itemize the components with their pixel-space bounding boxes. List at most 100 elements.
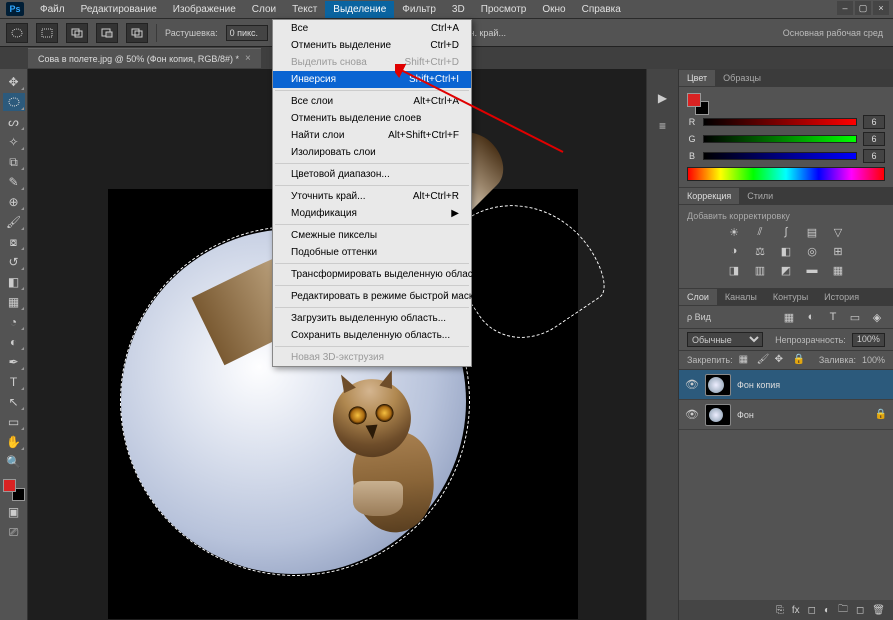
menu-view[interactable]: Просмотр <box>473 1 535 18</box>
hand-tool[interactable]: ✋ <box>3 433 25 451</box>
lasso-tool[interactable]: ᔕ <box>3 113 25 131</box>
posterize-icon[interactable]: ▥ <box>752 263 768 277</box>
tab-color[interactable]: Цвет <box>679 70 715 86</box>
hue-icon[interactable]: ◑ <box>726 244 742 258</box>
tab-paths[interactable]: Контуры <box>765 289 816 305</box>
levels-icon[interactable]: ⫽ <box>752 225 768 239</box>
r-value[interactable]: 6 <box>863 115 885 129</box>
color-balance-icon[interactable]: ⚖ <box>752 244 768 258</box>
bw-icon[interactable]: ◧ <box>778 244 794 258</box>
menu-item[interactable]: ВсеCtrl+A <box>273 20 471 37</box>
play-icon[interactable]: ▶ <box>652 89 674 107</box>
filter-type-icon[interactable]: T <box>825 310 841 324</box>
crop-tool[interactable]: ⧉ <box>3 153 25 171</box>
spectrum-ramp[interactable] <box>687 167 885 181</box>
menu-item[interactable]: Уточнить край...Alt+Ctrl+R <box>273 188 471 205</box>
filter-pixel-icon[interactable]: ▦ <box>781 310 797 324</box>
dodge-tool[interactable]: ◐ <box>3 333 25 351</box>
color-swatches[interactable] <box>3 479 25 501</box>
filter-adj-icon[interactable]: ◐ <box>803 310 819 324</box>
maximize-button[interactable]: ▢ <box>855 1 871 15</box>
type-tool[interactable]: T <box>3 373 25 391</box>
menu-item[interactable]: Подобные оттенки <box>273 244 471 261</box>
link-layers-icon[interactable]: ⎘ <box>776 605 784 616</box>
menu-item[interactable]: Найти слоиAlt+Shift+Ctrl+F <box>273 127 471 144</box>
close-button[interactable]: × <box>873 1 889 15</box>
selection-intersect-icon[interactable] <box>126 23 148 43</box>
layer-name[interactable]: Фон <box>737 410 869 420</box>
selective-color-icon[interactable]: ▦ <box>830 263 846 277</box>
filter-shape-icon[interactable]: ▭ <box>847 310 863 324</box>
layer-style-icon[interactable]: fx <box>792 605 800 616</box>
menu-type[interactable]: Текст <box>284 1 325 18</box>
b-slider[interactable] <box>703 152 857 160</box>
layer-thumbnail[interactable] <box>705 374 731 396</box>
gradient-tool[interactable]: ▦ <box>3 293 25 311</box>
menu-item[interactable]: Смежные пикселы <box>273 227 471 244</box>
menu-window[interactable]: Окно <box>534 1 573 18</box>
magic-wand-tool[interactable]: ✧ <box>3 133 25 151</box>
tab-styles[interactable]: Стили <box>739 188 781 204</box>
move-tool[interactable]: ✥ <box>3 73 25 91</box>
tab-swatches[interactable]: Образцы <box>715 70 769 86</box>
visibility-icon[interactable]: 👁 <box>685 408 699 421</box>
menu-3d[interactable]: 3D <box>444 1 473 18</box>
menu-file[interactable]: Файл <box>32 1 73 18</box>
properties-icon[interactable]: ≡ <box>652 117 674 135</box>
g-value[interactable]: 6 <box>863 132 885 146</box>
brightness-icon[interactable]: ☀ <box>726 225 742 239</box>
close-tab-icon[interactable]: × <box>245 53 251 64</box>
invert-icon[interactable]: ◨ <box>726 263 742 277</box>
history-brush-tool[interactable]: ↺ <box>3 253 25 271</box>
blend-mode-select[interactable]: Обычные <box>687 332 763 347</box>
menu-help[interactable]: Справка <box>574 1 629 18</box>
path-selection-tool[interactable]: ↖ <box>3 393 25 411</box>
tool-preset-icon[interactable] <box>6 23 28 43</box>
document-tab[interactable]: Сова в полете.jpg @ 50% (Фон копия, RGB/… <box>28 48 261 68</box>
marquee-tool[interactable] <box>3 93 25 111</box>
minimize-button[interactable]: – <box>837 1 853 15</box>
foreground-color-swatch[interactable] <box>3 479 16 492</box>
r-slider[interactable] <box>703 118 857 126</box>
curves-icon[interactable]: ∫ <box>778 225 794 239</box>
selection-subtract-icon[interactable] <box>96 23 118 43</box>
tab-adjustments[interactable]: Коррекция <box>679 188 739 204</box>
layer-mask-icon[interactable]: ◻ <box>808 605 816 616</box>
menu-item[interactable]: Трансформировать выделенную область <box>273 266 471 283</box>
visibility-icon[interactable]: 👁 <box>685 378 699 391</box>
tab-history[interactable]: История <box>816 289 867 305</box>
menu-filter[interactable]: Фильтр <box>394 1 444 18</box>
tab-channels[interactable]: Каналы <box>717 289 765 305</box>
pen-tool[interactable]: ✒ <box>3 353 25 371</box>
quickmask-toggle[interactable]: ▣ <box>3 503 25 521</box>
photo-filter-icon[interactable]: ◎ <box>804 244 820 258</box>
menu-item[interactable]: Сохранить выделенную область... <box>273 327 471 344</box>
menu-image[interactable]: Изображение <box>165 1 244 18</box>
g-slider[interactable] <box>703 135 857 143</box>
lock-pixels-icon[interactable]: 🖌 <box>757 354 769 366</box>
blur-tool[interactable]: ◔ <box>3 313 25 331</box>
layer-row[interactable]: 👁 Фон копия <box>679 370 893 400</box>
vibrance-icon[interactable]: ▽ <box>830 225 846 239</box>
filter-smart-icon[interactable]: ◈ <box>869 310 885 324</box>
channel-mixer-icon[interactable]: ⊞ <box>830 244 846 258</box>
menu-select[interactable]: Выделение <box>325 1 394 18</box>
screenmode-toggle[interactable]: ⎚ <box>3 523 25 541</box>
menu-item[interactable]: Редактировать в режиме быстрой маски <box>273 288 471 305</box>
new-group-icon[interactable]: 🗀 <box>838 602 848 619</box>
menu-item[interactable]: Изолировать слои <box>273 144 471 161</box>
brush-tool[interactable]: 🖌 <box>3 213 25 231</box>
fill-value[interactable]: 100% <box>862 355 885 365</box>
menu-item[interactable]: Загрузить выделенную область... <box>273 310 471 327</box>
threshold-icon[interactable]: ◩ <box>778 263 794 277</box>
menu-item[interactable]: Модификация▶ <box>273 205 471 222</box>
menu-edit[interactable]: Редактирование <box>73 1 165 18</box>
menu-layer[interactable]: Слои <box>244 1 284 18</box>
layer-row[interactable]: 👁 Фон 🔒 <box>679 400 893 430</box>
selection-new-icon[interactable] <box>36 23 58 43</box>
eraser-tool[interactable]: ◧ <box>3 273 25 291</box>
zoom-tool[interactable]: 🔍 <box>3 453 25 471</box>
b-value[interactable]: 6 <box>863 149 885 163</box>
eyedropper-tool[interactable]: ✎ <box>3 173 25 191</box>
gradient-map-icon[interactable]: ▬ <box>804 263 820 277</box>
